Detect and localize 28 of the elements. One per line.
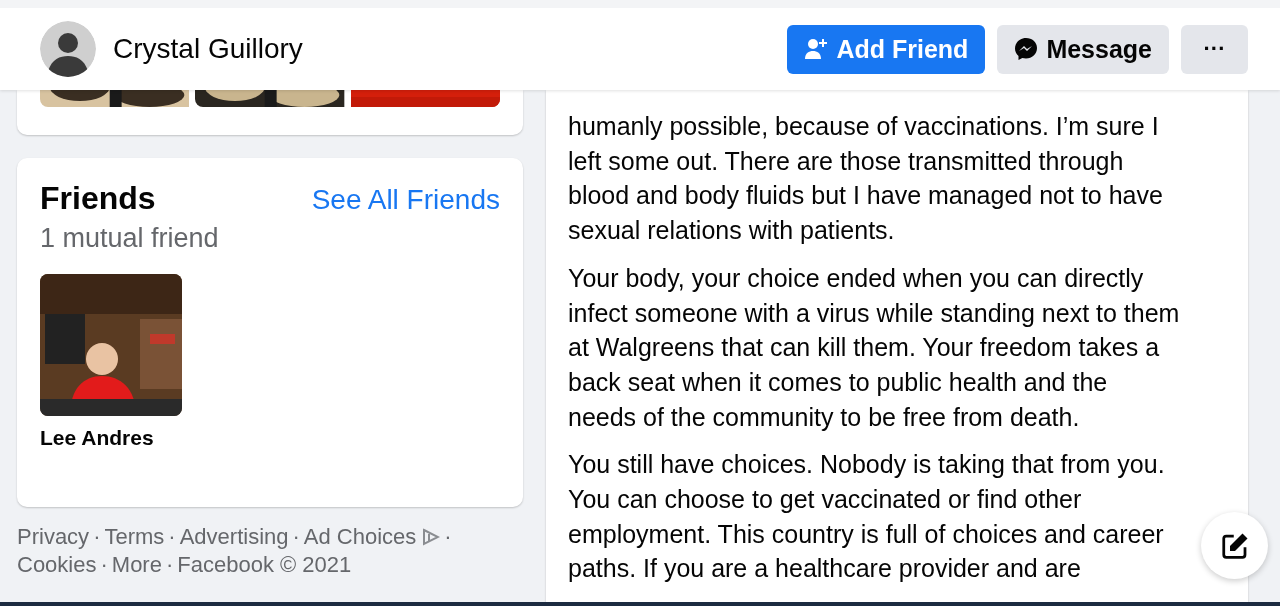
footer-link[interactable]: Cookies xyxy=(17,552,97,577)
profile-name: Crystal Guillory xyxy=(113,33,304,65)
ad-choices-icon xyxy=(422,528,441,546)
add-friend-button[interactable]: Add Friend xyxy=(787,24,986,74)
footer-link[interactable]: Ad Choices xyxy=(303,524,417,549)
separator-dot: · xyxy=(100,552,108,577)
more-button[interactable]: ··· xyxy=(1181,24,1248,74)
copyright-text: Facebook © 2021 xyxy=(177,552,352,577)
mutual-friends-count: 1 mutual friend xyxy=(40,223,220,254)
footer-link[interactable]: Terms xyxy=(104,524,165,549)
separator-dot: · xyxy=(292,524,300,549)
post-paragraph: You still have choices. Nobody is taking that from you. You can choose to get vaccinated or find other employment. This country is full of choices and career paths. If you are a healthcare provider and are xyxy=(568,449,1166,585)
separator-dot: · xyxy=(93,524,101,549)
separator-dot: · xyxy=(168,524,176,549)
message-button[interactable]: Message xyxy=(997,24,1169,74)
footer-link[interactable]: More xyxy=(111,552,162,577)
see-all-friends-link[interactable]: See All Friends xyxy=(311,184,500,216)
friend-name[interactable]: Lee Andres xyxy=(40,426,182,450)
friends-title: Friends xyxy=(40,180,156,217)
post-paragraph: humanly possible, because of vaccinations. I’m sure I left some out. There are those transmitted through blood and body fluids but I have managed not to have sexual relations with patients. xyxy=(568,111,1164,247)
messenger-icon xyxy=(1014,37,1039,61)
footer-link[interactable]: Privacy xyxy=(17,524,90,549)
avatar[interactable] xyxy=(40,21,96,77)
footer-link[interactable]: Advertising xyxy=(179,524,289,549)
add-person-icon xyxy=(804,37,829,61)
separator-dot: · xyxy=(444,524,452,549)
post-paragraph: Your body, your choice ended when you can directly infect someone with a virus while standing next to them at Walgreens that can kill them. Your freedom takes a back seat when it comes to public health and the needs of the community to be free from death. xyxy=(568,262,1181,433)
separator-dot: · xyxy=(165,552,174,577)
